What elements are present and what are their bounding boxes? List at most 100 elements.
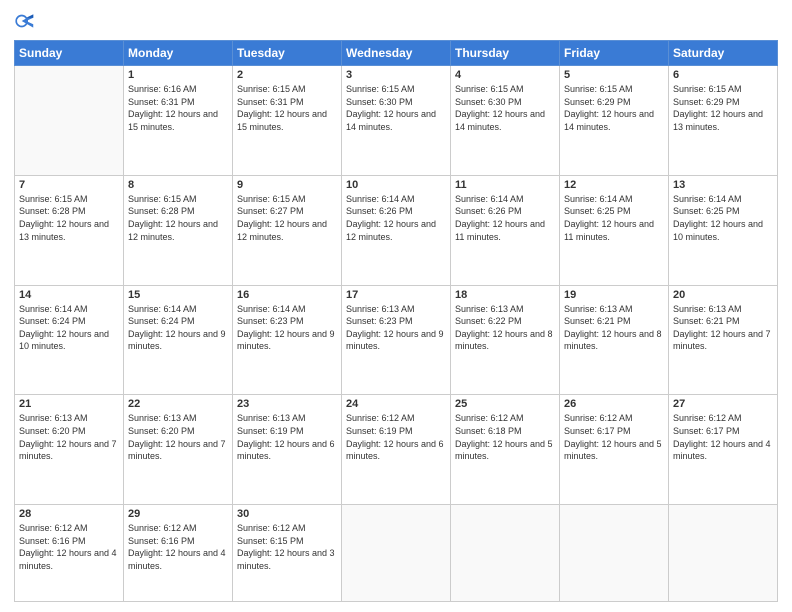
weekday-header-tuesday: Tuesday <box>233 41 342 66</box>
day-info: Sunrise: 6:15 AMSunset: 6:31 PMDaylight:… <box>237 83 337 133</box>
calendar-cell: 30Sunrise: 6:12 AMSunset: 6:15 PMDayligh… <box>233 505 342 602</box>
calendar-cell: 21 Sunrise: 6:13 AMSunset: 6:20 PMDayligh… <box>15 395 124 505</box>
calendar-cell: 10 Sunrise: 6:14 AMSunset: 6:26 PMDayligh… <box>342 175 451 285</box>
calendar-cell <box>669 505 778 602</box>
weekday-header-sunday: Sunday <box>15 41 124 66</box>
calendar-cell: 8 Sunrise: 6:15 AMSunset: 6:28 PMDaylight… <box>124 175 233 285</box>
day-number: 26 <box>564 398 664 410</box>
day-info: Sunrise: 6:12 AMSunset: 6:16 PMDaylight:… <box>19 522 119 572</box>
day-number: 8 <box>128 179 228 191</box>
day-info: Sunrise: 6:14 AMSunset: 6:25 PMDaylight:… <box>564 193 664 243</box>
day-info: Sunrise: 6:16 AMSunset: 6:31 PMDaylight:… <box>128 83 228 133</box>
calendar-cell: 6 Sunrise: 6:15 AMSunset: 6:29 PMDaylight… <box>669 66 778 176</box>
calendar-week-row: 28 Sunrise: 6:12 AMSunset: 6:16 PMDayligh… <box>15 505 778 602</box>
day-info: Sunrise: 6:14 AMSunset: 6:24 PMDaylight:… <box>19 303 119 353</box>
day-number: 10 <box>346 179 446 191</box>
calendar-cell: 3Sunrise: 6:15 AMSunset: 6:30 PMDaylight… <box>342 66 451 176</box>
day-number: 4 <box>455 69 555 81</box>
calendar-cell: 15Sunrise: 6:14 AMSunset: 6:24 PMDayligh… <box>124 285 233 395</box>
calendar-cell: 7 Sunrise: 6:15 AMSunset: 6:28 PMDaylight… <box>15 175 124 285</box>
day-number: 25 <box>455 398 555 410</box>
calendar-week-row: 7 Sunrise: 6:15 AMSunset: 6:28 PMDaylight… <box>15 175 778 285</box>
day-number: 13 <box>673 179 773 191</box>
weekday-header-monday: Monday <box>124 41 233 66</box>
day-number: 7 <box>19 179 119 191</box>
weekday-header-friday: Friday <box>560 41 669 66</box>
calendar-cell <box>342 505 451 602</box>
day-number: 6 <box>673 69 773 81</box>
day-info: Sunrise: 6:15 AMSunset: 6:28 PMDaylight:… <box>19 193 119 243</box>
day-number: 19 <box>564 289 664 301</box>
day-number: 16 <box>237 289 337 301</box>
calendar-cell: 28 Sunrise: 6:12 AMSunset: 6:16 PMDayligh… <box>15 505 124 602</box>
logo <box>14 10 42 32</box>
day-info: Sunrise: 6:14 AMSunset: 6:26 PMDaylight:… <box>455 193 555 243</box>
day-number: 11 <box>455 179 555 191</box>
day-number: 20 <box>673 289 773 301</box>
calendar-cell: 25 Sunrise: 6:12 AMSunset: 6:18 PMDayligh… <box>451 395 560 505</box>
weekday-header-thursday: Thursday <box>451 41 560 66</box>
day-number: 21 <box>19 398 119 410</box>
calendar-cell: 18 Sunrise: 6:13 AMSunset: 6:22 PMDayligh… <box>451 285 560 395</box>
day-info: Sunrise: 6:13 AMSunset: 6:22 PMDaylight:… <box>455 303 555 353</box>
page: SundayMondayTuesdayWednesdayThursdayFrid… <box>0 0 792 612</box>
day-info: Sunrise: 6:14 AMSunset: 6:24 PMDaylight:… <box>128 303 228 353</box>
day-info: Sunrise: 6:15 AMSunset: 6:29 PMDaylight:… <box>673 83 773 133</box>
weekday-header-row: SundayMondayTuesdayWednesdayThursdayFrid… <box>15 41 778 66</box>
calendar-cell: 14 Sunrise: 6:14 AMSunset: 6:24 PMDayligh… <box>15 285 124 395</box>
day-info: Sunrise: 6:13 AMSunset: 6:21 PMDaylight:… <box>564 303 664 353</box>
day-info: Sunrise: 6:14 AMSunset: 6:26 PMDaylight:… <box>346 193 446 243</box>
calendar-cell: 23Sunrise: 6:13 AMSunset: 6:19 PMDayligh… <box>233 395 342 505</box>
day-info: Sunrise: 6:12 AMSunset: 6:17 PMDaylight:… <box>673 412 773 462</box>
day-info: Sunrise: 6:14 AMSunset: 6:25 PMDaylight:… <box>673 193 773 243</box>
day-number: 17 <box>346 289 446 301</box>
day-info: Sunrise: 6:13 AMSunset: 6:19 PMDaylight:… <box>237 412 337 462</box>
calendar-week-row: 1 Sunrise: 6:16 AMSunset: 6:31 PMDaylight… <box>15 66 778 176</box>
day-info: Sunrise: 6:12 AMSunset: 6:19 PMDaylight:… <box>346 412 446 462</box>
calendar-cell: 27Sunrise: 6:12 AMSunset: 6:17 PMDayligh… <box>669 395 778 505</box>
day-info: Sunrise: 6:12 AMSunset: 6:16 PMDaylight:… <box>128 522 228 572</box>
day-info: Sunrise: 6:15 AMSunset: 6:30 PMDaylight:… <box>346 83 446 133</box>
calendar-cell: 22 Sunrise: 6:13 AMSunset: 6:20 PMDayligh… <box>124 395 233 505</box>
day-number: 28 <box>19 508 119 520</box>
calendar-cell: 9 Sunrise: 6:15 AMSunset: 6:27 PMDaylight… <box>233 175 342 285</box>
calendar-cell: 19 Sunrise: 6:13 AMSunset: 6:21 PMDayligh… <box>560 285 669 395</box>
logo-icon <box>14 10 36 32</box>
day-info: Sunrise: 6:13 AMSunset: 6:20 PMDaylight:… <box>128 412 228 462</box>
calendar-cell: 26Sunrise: 6:12 AMSunset: 6:17 PMDayligh… <box>560 395 669 505</box>
calendar-cell: 12 Sunrise: 6:14 AMSunset: 6:25 PMDayligh… <box>560 175 669 285</box>
calendar-cell: 5 Sunrise: 6:15 AMSunset: 6:29 PMDaylight… <box>560 66 669 176</box>
day-info: Sunrise: 6:13 AMSunset: 6:21 PMDaylight:… <box>673 303 773 353</box>
day-number: 5 <box>564 69 664 81</box>
calendar: SundayMondayTuesdayWednesdayThursdayFrid… <box>14 40 778 602</box>
calendar-cell <box>451 505 560 602</box>
day-number: 14 <box>19 289 119 301</box>
day-number: 22 <box>128 398 228 410</box>
day-info: Sunrise: 6:12 AMSunset: 6:18 PMDaylight:… <box>455 412 555 462</box>
calendar-cell: 29 Sunrise: 6:12 AMSunset: 6:16 PMDayligh… <box>124 505 233 602</box>
calendar-cell: 4 Sunrise: 6:15 AMSunset: 6:30 PMDaylight… <box>451 66 560 176</box>
day-number: 24 <box>346 398 446 410</box>
day-number: 29 <box>128 508 228 520</box>
calendar-cell: 2 Sunrise: 6:15 AMSunset: 6:31 PMDaylight… <box>233 66 342 176</box>
day-info: Sunrise: 6:13 AMSunset: 6:23 PMDaylight:… <box>346 303 446 353</box>
day-info: Sunrise: 6:15 AMSunset: 6:28 PMDaylight:… <box>128 193 228 243</box>
day-number: 2 <box>237 69 337 81</box>
header <box>14 10 778 32</box>
calendar-cell: 11 Sunrise: 6:14 AMSunset: 6:26 PMDayligh… <box>451 175 560 285</box>
day-info: Sunrise: 6:15 AMSunset: 6:27 PMDaylight:… <box>237 193 337 243</box>
weekday-header-wednesday: Wednesday <box>342 41 451 66</box>
day-number: 9 <box>237 179 337 191</box>
weekday-header-saturday: Saturday <box>669 41 778 66</box>
day-info: Sunrise: 6:15 AMSunset: 6:29 PMDaylight:… <box>564 83 664 133</box>
day-info: Sunrise: 6:15 AMSunset: 6:30 PMDaylight:… <box>455 83 555 133</box>
day-info: Sunrise: 6:13 AMSunset: 6:20 PMDaylight:… <box>19 412 119 462</box>
day-info: Sunrise: 6:12 AMSunset: 6:15 PMDaylight:… <box>237 522 337 572</box>
day-info: Sunrise: 6:14 AMSunset: 6:23 PMDaylight:… <box>237 303 337 353</box>
calendar-week-row: 14 Sunrise: 6:14 AMSunset: 6:24 PMDayligh… <box>15 285 778 395</box>
day-number: 18 <box>455 289 555 301</box>
day-number: 12 <box>564 179 664 191</box>
calendar-week-row: 21 Sunrise: 6:13 AMSunset: 6:20 PMDayligh… <box>15 395 778 505</box>
calendar-cell <box>15 66 124 176</box>
day-number: 1 <box>128 69 228 81</box>
